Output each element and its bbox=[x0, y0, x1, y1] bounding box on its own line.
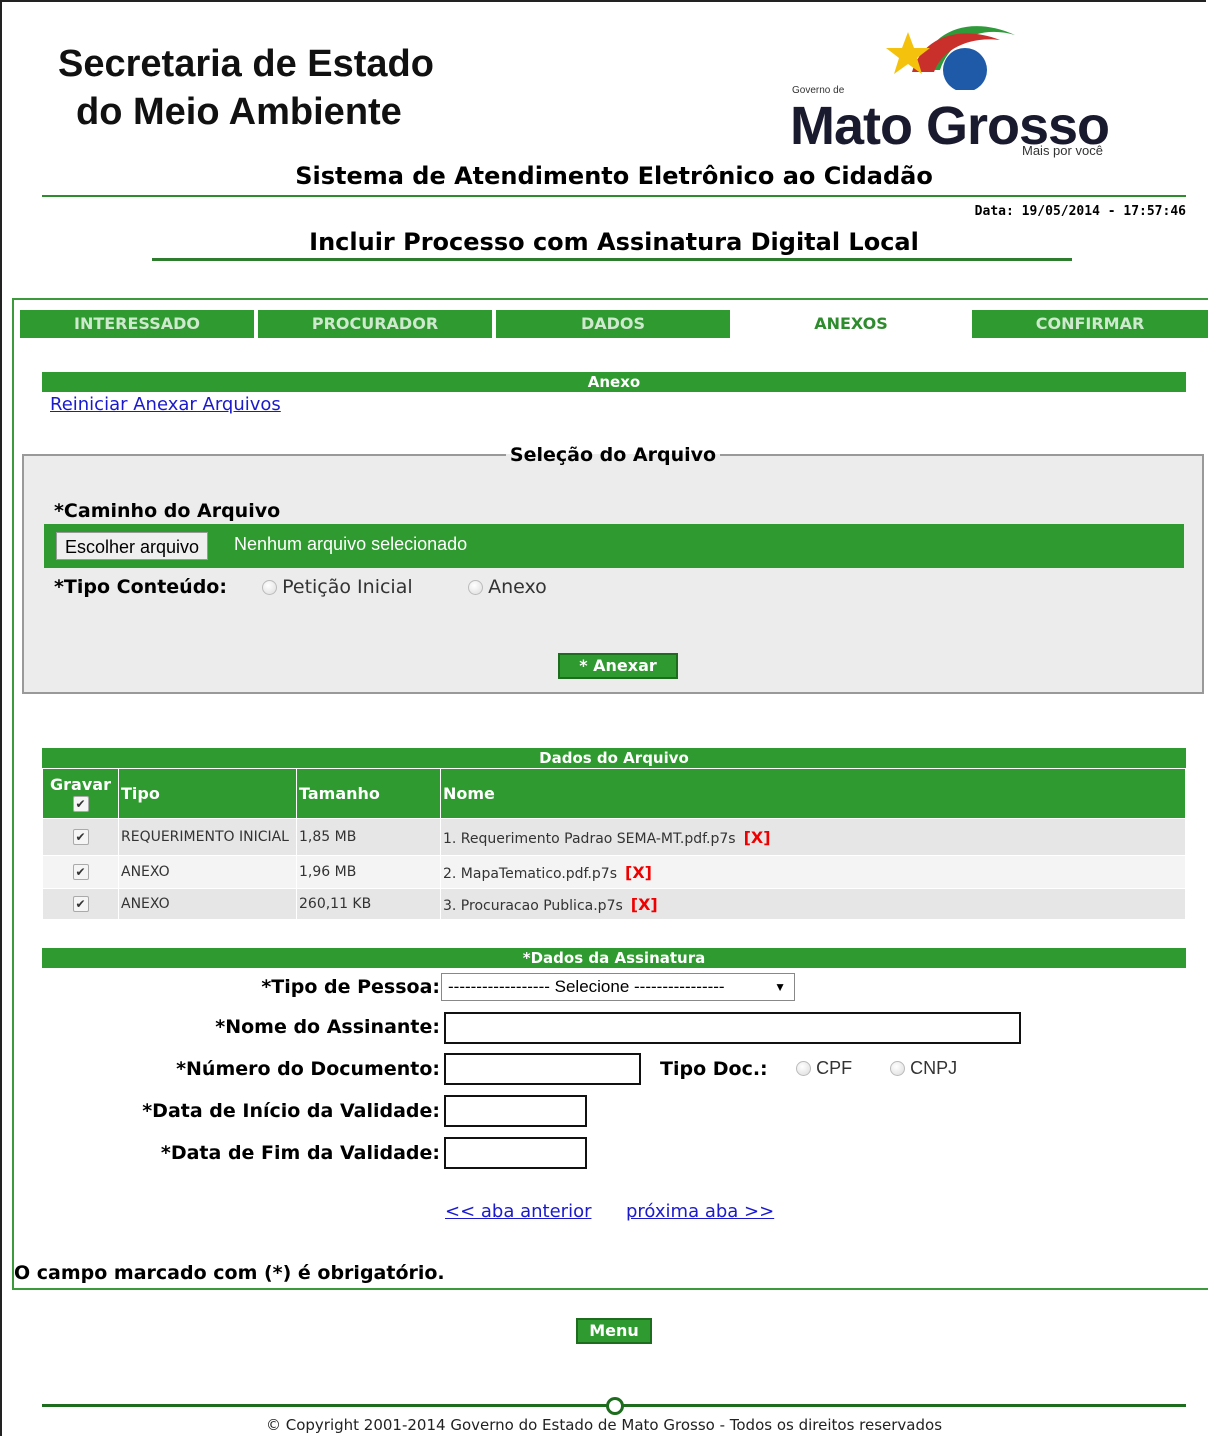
system-title: Sistema de Atendimento Eletrônico ao Cid… bbox=[295, 162, 933, 190]
menu-button[interactable]: Menu bbox=[576, 1318, 652, 1344]
nome-header: Nome bbox=[440, 768, 1186, 819]
radio-cpf-label: CPF bbox=[816, 1058, 853, 1078]
data-inicio-input[interactable] bbox=[444, 1095, 587, 1127]
nome-assinante-label: *Nome do Assinante: bbox=[215, 1016, 440, 1038]
radio-cnpj[interactable]: CNPJ bbox=[890, 1058, 957, 1079]
row-checkbox[interactable]: ✔ bbox=[72, 829, 89, 845]
radio-cpf[interactable]: CPF bbox=[796, 1058, 852, 1079]
nome-cell: 2. MapaTematico.pdf.p7s [X] bbox=[440, 855, 1186, 889]
footer-circle-icon bbox=[606, 1397, 624, 1415]
file-name: 1. Requerimento Padrao SEMA-MT.pdf.p7s bbox=[443, 830, 736, 847]
table-row: ✔ ANEXO 260,11 KB 3. Procuracao Publica.… bbox=[42, 888, 1186, 920]
remove-file-button[interactable]: [X] bbox=[744, 828, 771, 847]
file-name: 2. MapaTematico.pdf.p7s bbox=[443, 865, 618, 882]
tab-procurador[interactable]: PROCURADOR bbox=[258, 310, 492, 338]
gravar-cell: ✔ bbox=[42, 855, 119, 889]
tipo-pessoa-value: ------------------ Selecione -----------… bbox=[448, 977, 725, 996]
table-row: ✔ REQUERIMENTO INICIAL 1,85 MB 1. Requer… bbox=[42, 818, 1186, 856]
gravar-header-label: Gravar bbox=[50, 774, 111, 794]
gravar-cell: ✔ bbox=[42, 888, 119, 920]
dropdown-arrow-icon: ▼ bbox=[774, 980, 786, 994]
org-title-line1: Secretaria de Estado bbox=[58, 43, 434, 85]
date-stamp: Data: 19/05/2014 - 17:57:46 bbox=[974, 204, 1186, 219]
tab-anexos[interactable]: ANEXOS bbox=[734, 310, 968, 338]
radio-circle-icon[interactable] bbox=[468, 579, 483, 595]
row-checkbox[interactable]: ✔ bbox=[72, 864, 89, 880]
files-table: Gravar ✔ Tipo Tamanho Nome ✔ REQUERIMENT… bbox=[42, 768, 1186, 920]
logo-slogan-text: Mais por você bbox=[1022, 143, 1103, 158]
gravar-header: Gravar ✔ bbox=[42, 768, 119, 819]
file-input-row: Escolher arquivo Nenhum arquivo selecion… bbox=[44, 524, 1184, 568]
title-underline bbox=[152, 258, 1072, 261]
tipo-pessoa-label: *Tipo de Pessoa: bbox=[261, 976, 440, 998]
file-path-label: *Caminho do Arquivo bbox=[54, 500, 281, 522]
next-tab-link[interactable]: próxima aba >> bbox=[626, 1201, 774, 1222]
tamanho-cell: 1,85 MB bbox=[296, 818, 441, 856]
tab-interessado[interactable]: INTERESSADO bbox=[20, 310, 254, 338]
tipo-pessoa-select[interactable]: ------------------ Selecione -----------… bbox=[441, 973, 795, 1001]
radio-anexo-label: Anexo bbox=[488, 576, 547, 598]
row-checkbox[interactable]: ✔ bbox=[72, 896, 89, 912]
no-file-text: Nenhum arquivo selecionado bbox=[234, 534, 468, 554]
tipo-header: Tipo bbox=[118, 768, 297, 819]
tipo-doc-label: Tipo Doc.: bbox=[660, 1058, 768, 1080]
header-divider bbox=[42, 195, 1186, 197]
tipo-cell: ANEXO bbox=[118, 855, 297, 889]
required-note: O campo marcado com (*) é obrigatório. bbox=[14, 1262, 445, 1284]
choose-file-button[interactable]: Escolher arquivo bbox=[56, 532, 209, 560]
gravar-cell: ✔ bbox=[42, 818, 119, 856]
nome-cell: 3. Procuracao Publica.p7s [X] bbox=[440, 888, 1186, 920]
tamanho-header: Tamanho bbox=[296, 768, 441, 819]
remove-file-button[interactable]: [X] bbox=[625, 863, 652, 882]
attach-button[interactable]: * Anexar bbox=[558, 653, 678, 679]
table-row: ✔ ANEXO 1,96 MB 2. MapaTematico.pdf.p7s [… bbox=[42, 855, 1186, 889]
org-title-line2: do Meio Ambiente bbox=[76, 91, 402, 133]
radio-peticao-label: Petição Inicial bbox=[282, 576, 413, 598]
radio-circle-icon[interactable] bbox=[890, 1061, 905, 1076]
tamanho-cell: 1,96 MB bbox=[296, 855, 441, 889]
radio-circle-icon[interactable] bbox=[262, 579, 277, 595]
signature-section-bar: *Dados da Assinatura bbox=[42, 948, 1186, 968]
radio-cnpj-label: CNPJ bbox=[910, 1058, 958, 1078]
radio-anexo[interactable]: Anexo bbox=[468, 576, 547, 598]
tab-dados[interactable]: DADOS bbox=[496, 310, 730, 338]
org-title: Secretaria de Estado do Meio Ambiente bbox=[58, 40, 434, 136]
tamanho-cell: 260,11 KB bbox=[296, 888, 441, 920]
radio-circle-icon[interactable] bbox=[796, 1061, 811, 1076]
select-all-checkbox[interactable]: ✔ bbox=[72, 795, 89, 812]
data-inicio-label: *Data de Início da Validade: bbox=[142, 1100, 440, 1122]
data-fim-input[interactable] bbox=[444, 1137, 587, 1169]
anexo-section-bar: Anexo bbox=[42, 372, 1186, 392]
copyright-text: © Copyright 2001-2014 Governo do Estado … bbox=[265, 1416, 943, 1434]
content-type-label: *Tipo Conteúdo: bbox=[54, 576, 227, 598]
tab-confirmar[interactable]: CONFIRMAR bbox=[972, 310, 1208, 338]
radio-peticao-inicial[interactable]: Petição Inicial bbox=[262, 576, 413, 598]
nome-assinante-input[interactable] bbox=[444, 1012, 1021, 1044]
data-fim-label: *Data de Fim da Validade: bbox=[160, 1142, 440, 1164]
page-title: Incluir Processo com Assinatura Digital … bbox=[309, 228, 919, 256]
restart-attach-link[interactable]: Reiniciar Anexar Arquivos bbox=[50, 394, 281, 415]
tipo-cell: REQUERIMENTO INICIAL bbox=[118, 818, 297, 856]
logo-emblem-icon bbox=[886, 26, 1015, 90]
remove-file-button[interactable]: [X] bbox=[631, 895, 658, 914]
file-data-section-bar: Dados do Arquivo bbox=[42, 748, 1186, 768]
nome-cell: 1. Requerimento Padrao SEMA-MT.pdf.p7s [X… bbox=[440, 818, 1186, 856]
previous-tab-link[interactable]: << aba anterior bbox=[445, 1201, 591, 1222]
file-selection-legend: Seleção do Arquivo bbox=[509, 444, 717, 466]
mato-grosso-logo: Governo de Mato Grosso Mais por você bbox=[790, 10, 1150, 160]
files-header-row: Gravar ✔ Tipo Tamanho Nome bbox=[42, 768, 1186, 819]
numero-documento-input[interactable] bbox=[444, 1053, 641, 1085]
numero-documento-label: *Número do Documento: bbox=[176, 1058, 440, 1080]
file-name: 3. Procuracao Publica.p7s bbox=[443, 897, 623, 914]
tipo-cell: ANEXO bbox=[118, 888, 297, 920]
